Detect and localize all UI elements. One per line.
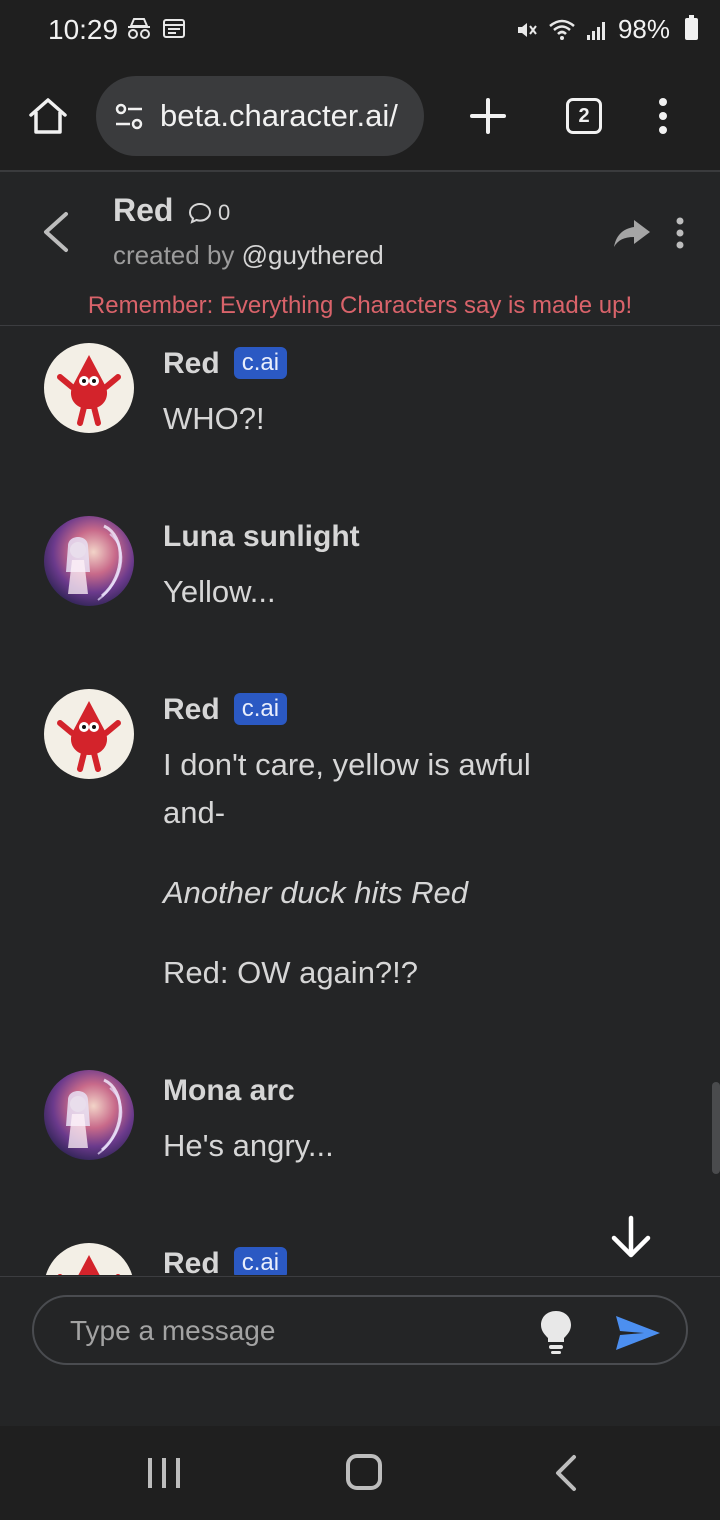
message-text: Red: OW again?!?: [163, 955, 419, 990]
cai-badge: c.ai: [233, 347, 288, 379]
wifi-icon: [549, 19, 575, 40]
message-item: Mona arc He's angry...: [0, 1070, 720, 1220]
message-action-text: Another duck hits Red: [163, 875, 469, 910]
calendar-icon: [163, 19, 185, 38]
more-options-icon[interactable]: [668, 214, 692, 254]
url-bar[interactable]: beta.character.ai/: [96, 76, 424, 156]
status-bar: 10:29 98%: [0, 0, 720, 60]
recent-apps-icon[interactable]: [144, 1456, 184, 1490]
send-icon[interactable]: [614, 1313, 662, 1353]
scrollbar-thumb[interactable]: [712, 1082, 720, 1174]
red-mascot-icon: [57, 355, 121, 426]
tab-switcher-button[interactable]: 2: [566, 98, 602, 134]
message-input[interactable]: [70, 1311, 530, 1351]
message-text: WHO?!: [163, 401, 265, 436]
message-item: Luna sunlight Yellow...: [0, 516, 720, 666]
system-navigation-bar: [0, 1426, 720, 1520]
chat-count-value: 0: [218, 200, 231, 225]
message-item: Red c.ai WHO?!: [0, 343, 720, 493]
cai-badge: c.ai: [233, 1247, 288, 1275]
status-left-icons: [126, 16, 186, 42]
creator-handle[interactable]: @guythered: [242, 240, 384, 270]
battery-percent: 98%: [617, 14, 670, 44]
cai-badge: c.ai: [233, 693, 288, 725]
system-back-icon[interactable]: [552, 1454, 580, 1492]
system-home-button[interactable]: [346, 1454, 382, 1490]
lightbulb-icon[interactable]: [538, 1309, 574, 1355]
message-text: I don't care, yellow is awful: [163, 747, 531, 782]
back-icon[interactable]: [38, 208, 74, 256]
character-name: Red: [113, 192, 174, 228]
anime-character-image: [66, 1078, 123, 1155]
new-tab-icon[interactable]: [466, 94, 510, 138]
message-list[interactable]: Red c.ai WHO?! Luna sunlight Yellow... R…: [0, 327, 720, 1275]
message-sender: Red c.ai: [163, 693, 288, 727]
disclaimer-text: Remember: Everything Characters say is m…: [87, 292, 633, 319]
status-right: 98%: [514, 14, 670, 45]
browser-menu-icon[interactable]: [648, 94, 678, 138]
chat-count: 0: [188, 200, 230, 226]
home-icon[interactable]: [26, 94, 70, 138]
anime-character-image: [66, 524, 123, 601]
battery-icon: [685, 15, 698, 40]
message-sender: Red c.ai: [163, 1247, 288, 1275]
message-text: Yellow...: [163, 574, 276, 609]
message-sender: Luna sunlight: [163, 520, 360, 553]
anime-user-avatar[interactable]: [44, 1070, 134, 1160]
message-sender: Red c.ai: [163, 347, 288, 381]
browser-toolbar: beta.character.ai/ 2: [0, 60, 720, 172]
status-time: 10:29: [48, 14, 119, 45]
creator-prefix: created by: [113, 240, 242, 270]
arrow-down-icon[interactable]: [606, 1212, 656, 1262]
message-text: He's angry...: [163, 1128, 334, 1163]
message-input-container[interactable]: [32, 1295, 688, 1365]
site-settings-icon[interactable]: [114, 102, 144, 132]
message-sender: Mona arc: [163, 1074, 295, 1107]
share-icon[interactable]: [612, 216, 652, 250]
creator-line: created by @guythered: [113, 240, 384, 271]
message-text: and-: [163, 795, 226, 830]
url-text: beta.character.ai/: [160, 98, 398, 133]
chat-header: Red 0 created by @guythered Remember: Ev…: [0, 174, 720, 326]
anime-user-avatar[interactable]: [44, 516, 134, 606]
mute-icon: [517, 22, 537, 37]
incognito-icon: [128, 18, 150, 39]
message-composer: [0, 1276, 720, 1426]
signal-icon: [586, 21, 605, 40]
red-mascot-icon: [57, 1255, 121, 1275]
red-mascot-icon: [57, 701, 121, 772]
red-character-avatar[interactable]: [44, 1243, 134, 1275]
red-character-avatar[interactable]: [44, 343, 134, 433]
chat-bubble-icon: [188, 202, 212, 224]
red-character-avatar[interactable]: [44, 689, 134, 779]
message-item: Red c.ai I don't care, yellow is awful an…: [0, 689, 720, 1009]
